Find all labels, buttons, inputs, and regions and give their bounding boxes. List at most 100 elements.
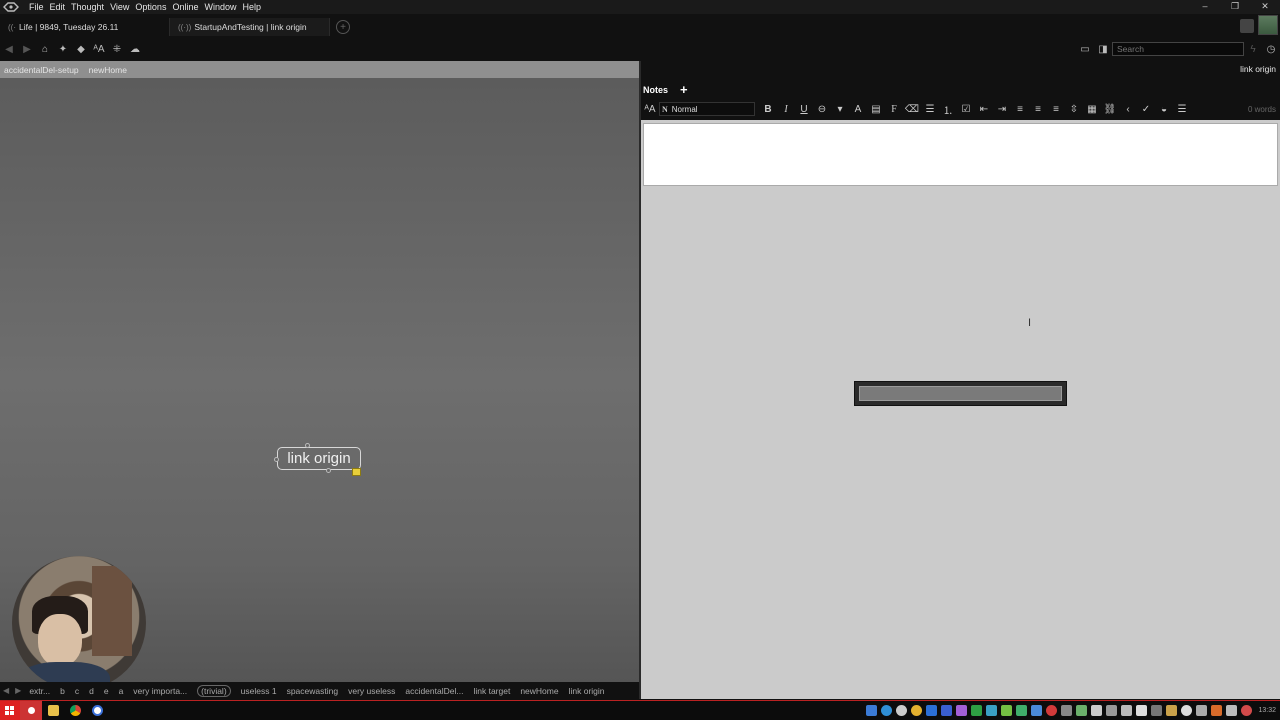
tray-app-icon[interactable] <box>926 705 938 716</box>
jump-gate-handle[interactable] <box>274 457 279 462</box>
recent-thought[interactable]: c <box>75 686 79 696</box>
minimize-button[interactable]: – <box>1190 0 1220 14</box>
app-logo-icon[interactable] <box>2 0 20 14</box>
tray-app-icon[interactable] <box>1061 705 1073 716</box>
menu-options[interactable]: Options <box>132 0 169 14</box>
menu-window[interactable]: Window <box>201 0 239 14</box>
scroll-right-icon[interactable]: ▶ <box>15 686 21 695</box>
recent-thought[interactable]: (trivial) <box>197 684 231 697</box>
tray-app-icon[interactable] <box>866 705 878 716</box>
font-size-icon[interactable]: ᴬA <box>90 44 108 55</box>
tray-app-icon[interactable] <box>911 705 923 716</box>
breadcrumb-item[interactable]: newHome <box>89 65 127 75</box>
more-menu-icon[interactable]: ☰ <box>1173 104 1191 115</box>
recent-thought[interactable]: newHome <box>520 686 558 696</box>
spellcheck-icon[interactable]: ✓ <box>1137 104 1155 115</box>
tab-startup-and-testing[interactable]: ((·)) StartupAndTesting | link origin <box>170 18 330 36</box>
tray-app-icon[interactable] <box>1031 705 1043 716</box>
horizontal-rule-icon[interactable]: ⇳ <box>1065 104 1083 115</box>
tray-app-icon[interactable] <box>881 705 893 716</box>
notepad-icon[interactable] <box>1136 705 1148 716</box>
recent-thought[interactable]: link origin <box>569 686 605 696</box>
menu-online[interactable]: Online <box>169 0 201 14</box>
recent-thought[interactable]: link target <box>473 686 510 696</box>
bluetooth-icon[interactable] <box>941 705 953 716</box>
tray-app-icon[interactable] <box>956 705 968 716</box>
paragraph-style-select[interactable]: N Normal <box>659 102 755 116</box>
taskbar-thebrain-icon[interactable] <box>20 701 42 720</box>
font-color-icon[interactable]: A <box>849 104 867 115</box>
dropdown-icon[interactable]: ▾ <box>831 104 849 115</box>
volume-icon[interactable] <box>1226 705 1238 716</box>
menu-file[interactable]: File <box>26 0 47 14</box>
code-icon[interactable]: ‹ <box>1119 104 1137 115</box>
close-button[interactable]: ✕ <box>1250 0 1280 14</box>
tab-life[interactable]: ((· Life | 9849, Tuesday 26.11 <box>0 18 170 36</box>
monitor-icon[interactable] <box>1151 705 1163 716</box>
child-gate-handle[interactable] <box>326 468 331 473</box>
lightning-icon[interactable]: ϟ <box>1244 44 1262 55</box>
note-indicator-icon[interactable] <box>352 468 361 476</box>
cloud-icon[interactable] <box>1181 705 1193 716</box>
link-icon[interactable]: ⛓ <box>1101 104 1119 115</box>
italic-icon[interactable]: I <box>777 104 795 115</box>
checkbox-icon[interactable]: ☑ <box>957 104 975 115</box>
strikethrough-icon[interactable]: ⊖ <box>813 104 831 115</box>
forward-arrow-icon[interactable]: ▶ <box>18 44 36 55</box>
clock-icon[interactable]: ◷ <box>1262 44 1280 55</box>
menu-thought[interactable]: Thought <box>68 0 107 14</box>
recent-thought[interactable]: spacewasting <box>287 686 339 696</box>
tray-app-icon[interactable] <box>986 705 998 716</box>
recent-thought[interactable]: accidentalDel... <box>405 686 463 696</box>
layout-icon[interactable]: ⁜ <box>108 44 126 55</box>
scroll-left-icon[interactable]: ◀ <box>3 686 9 695</box>
tray-app-icon[interactable] <box>1241 705 1253 716</box>
taskbar-chrome-icon[interactable] <box>64 701 86 720</box>
bold-icon[interactable]: B <box>759 104 777 115</box>
recent-thought[interactable]: a <box>119 686 124 696</box>
note-editor-area[interactable] <box>643 123 1278 186</box>
menu-view[interactable]: View <box>107 0 132 14</box>
align-center-icon[interactable]: ≡ <box>1029 104 1047 115</box>
tray-app-icon[interactable] <box>1076 705 1088 716</box>
table-icon[interactable]: ▦ <box>1083 104 1101 115</box>
recent-thought[interactable]: useless 1 <box>241 686 277 696</box>
breadcrumb-item[interactable]: accidentalDel-setup <box>4 65 79 75</box>
add-note-tab-button[interactable]: + <box>680 82 688 97</box>
recent-thought[interactable]: e <box>104 686 109 696</box>
align-right-icon[interactable]: ≡ <box>1047 104 1065 115</box>
pin-icon[interactable]: ✦ <box>54 44 72 55</box>
cloud-icon[interactable]: ☁ <box>126 44 144 55</box>
active-thought-node[interactable]: link origin <box>277 447 361 470</box>
highlight-icon[interactable]: ▤ <box>867 104 885 115</box>
numbered-list-icon[interactable]: ⒈ <box>939 102 957 117</box>
recent-thought[interactable]: b <box>60 686 65 696</box>
recent-thought[interactable]: extr... <box>29 686 50 696</box>
taskbar-explorer-icon[interactable] <box>42 701 64 720</box>
tray-app-icon[interactable] <box>1106 705 1118 716</box>
parent-gate-handle[interactable] <box>305 443 310 448</box>
layout-horizontal-icon[interactable]: ▭ <box>1076 44 1094 55</box>
tray-app-icon[interactable] <box>1046 705 1058 716</box>
tray-app-icon[interactable] <box>1016 705 1028 716</box>
keyboard-icon[interactable] <box>1121 705 1133 716</box>
home-icon[interactable]: ⌂ <box>36 44 54 55</box>
recent-thought[interactable]: very importa... <box>133 686 187 696</box>
eraser-icon[interactable]: ⌫ <box>903 104 921 115</box>
recent-thought[interactable]: very useless <box>348 686 395 696</box>
bullet-list-icon[interactable]: ☰ <box>921 104 939 115</box>
search-input[interactable] <box>1112 42 1244 56</box>
brain-thumbnail-icon[interactable] <box>1258 15 1278 35</box>
recent-thought[interactable]: d <box>89 686 94 696</box>
font-size-icon[interactable]: ᴬA <box>641 104 659 115</box>
tab-notes[interactable]: Notes <box>641 85 670 95</box>
font-family-icon[interactable]: F <box>885 104 903 115</box>
start-button[interactable] <box>0 701 20 720</box>
tray-app-icon[interactable] <box>971 705 983 716</box>
underline-icon[interactable]: U <box>795 104 813 115</box>
maximize-button[interactable]: ❐ <box>1220 0 1250 14</box>
menu-help[interactable]: Help <box>239 0 264 14</box>
network-icon[interactable] <box>1196 705 1208 716</box>
indent-icon[interactable]: ⇥ <box>993 104 1011 115</box>
tag-icon[interactable]: ◆ <box>72 44 90 55</box>
